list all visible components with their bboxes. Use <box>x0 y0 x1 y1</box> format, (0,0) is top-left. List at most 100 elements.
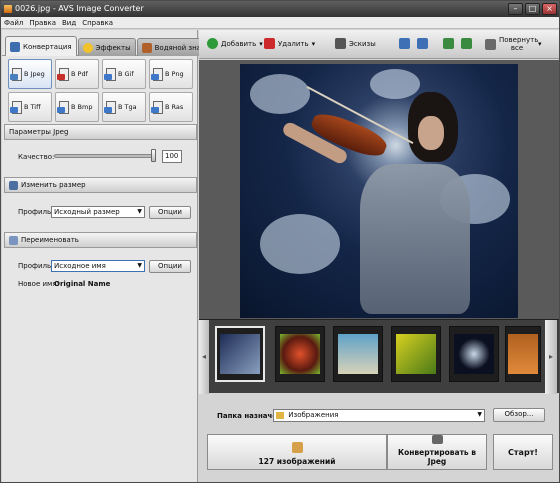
format-label: В Tga <box>118 103 137 111</box>
tab-conversion[interactable]: Конвертация <box>5 36 77 56</box>
quality-slider-thumb[interactable] <box>151 149 156 162</box>
thumbnails-button[interactable]: Эскизы <box>335 38 376 49</box>
rename-icon <box>9 235 18 245</box>
quality-input[interactable]: 100 <box>162 150 182 163</box>
arrow-right-icon <box>417 38 428 49</box>
format-label: В Png <box>165 70 184 78</box>
thumbnail-item[interactable] <box>449 326 499 382</box>
rotate-all-label: Повернуть все <box>499 36 539 52</box>
image-preview-area <box>199 60 559 345</box>
select-value: Изображения <box>288 411 339 419</box>
destination-select[interactable]: Изображения ▼ <box>273 409 485 422</box>
forward-button[interactable] <box>417 38 428 49</box>
menu-help[interactable]: Справка <box>82 19 113 27</box>
file-gif-icon <box>104 67 116 81</box>
sketches-icon <box>335 38 346 49</box>
section-title: Переименовать <box>21 236 79 244</box>
chevron-down-icon: ▾ <box>538 40 542 48</box>
arrow-left-icon <box>399 38 410 49</box>
add-label: Добавить <box>221 39 257 48</box>
chevron-down-icon: ▼ <box>137 262 142 269</box>
delete-button[interactable]: Удалить ▾ <box>264 38 315 49</box>
preview-image <box>240 64 518 318</box>
file-bmp-icon <box>57 100 69 114</box>
tab-effects-label: Эффекты <box>95 43 131 52</box>
title-bar: 0026.jpg - AVS Image Converter – □ × <box>1 1 559 17</box>
strip-scroll-left-button[interactable]: ◂ <box>199 320 209 394</box>
right-panel: Добавить ▾ Удалить ▾ Эскизы Повернуть все … <box>199 30 559 482</box>
section-title: Параметры Jpeg <box>9 128 69 136</box>
rename-header[interactable]: Переименовать <box>4 232 197 248</box>
format-bmp-button[interactable]: В Bmp <box>55 92 99 122</box>
format-png-button[interactable]: В Png <box>149 59 193 89</box>
left-panel: Конвертация Эффекты Водяной знак В Jpeg … <box>2 30 211 482</box>
rename-profile-select[interactable]: Исходное имя ▼ <box>51 260 145 272</box>
menu-edit[interactable]: Правка <box>29 19 56 27</box>
format-ras-button[interactable]: В Ras <box>149 92 193 122</box>
back-button[interactable] <box>399 38 410 49</box>
format-label: В Gif <box>118 70 134 78</box>
thumbnail-item[interactable] <box>333 326 383 382</box>
format-label: В Tiff <box>24 103 41 111</box>
chevron-down-icon: ▼ <box>477 411 482 418</box>
tab-effects[interactable]: Эффекты <box>77 38 136 56</box>
resize-icon <box>9 180 18 190</box>
menu-file[interactable]: Файл <box>4 19 23 27</box>
thumbnail-item[interactable] <box>391 326 441 382</box>
format-tga-button[interactable]: В Tga <box>102 92 146 122</box>
strip-scroll-right-button[interactable]: ▸ <box>545 320 557 394</box>
minimize-button[interactable]: – <box>508 3 523 15</box>
thumbnail-item[interactable] <box>505 326 541 382</box>
star-icon <box>82 42 93 53</box>
images-icon <box>291 442 303 453</box>
rename-profile-label: Профиль: <box>18 262 54 270</box>
thumbnail-item[interactable] <box>275 326 325 382</box>
chevron-down-icon: ▾ <box>259 39 263 48</box>
maximize-button[interactable]: □ <box>525 3 540 15</box>
file-ras-icon <box>151 100 163 114</box>
convert-format-button[interactable]: Конвертировать в Jpeg <box>387 434 487 470</box>
image-count-button[interactable]: 127 изображений <box>207 434 387 470</box>
convert-icon <box>10 41 20 52</box>
rotate-left-button[interactable] <box>443 38 454 49</box>
format-label: В Ras <box>165 103 184 111</box>
file-tga-icon <box>104 100 116 114</box>
tab-watermark-label: Водяной знак <box>154 43 206 52</box>
rotate-right-icon <box>461 38 472 49</box>
file-png-icon <box>151 67 163 81</box>
window-title: 0026.jpg - AVS Image Converter <box>15 4 144 13</box>
rename-options-button[interactable]: Опции <box>149 260 191 273</box>
camera-icon <box>431 435 443 444</box>
start-button[interactable]: Старт! <box>493 434 553 470</box>
start-label: Старт! <box>508 447 538 457</box>
rotate-left-icon <box>443 38 454 49</box>
browse-button[interactable]: Обзор... <box>493 408 545 422</box>
close-button[interactable]: × <box>542 3 557 15</box>
thumbnail-item[interactable] <box>215 326 265 382</box>
delete-x-icon <box>264 38 275 49</box>
toolbar: Добавить ▾ Удалить ▾ Эскизы Повернуть все … <box>199 30 559 59</box>
add-button[interactable]: Добавить ▾ <box>207 38 263 49</box>
resize-options-button[interactable]: Опции <box>149 206 191 219</box>
menu-bar: Файл Правка Вид Справка <box>1 17 559 29</box>
rotate-right-button[interactable] <box>461 38 472 49</box>
destination-row: Папка назначения: Изображения ▼ Обзор... <box>199 404 559 426</box>
format-tiff-button[interactable]: В Tiff <box>8 92 52 122</box>
chevron-left-icon: ◂ <box>201 352 206 361</box>
menu-view[interactable]: Вид <box>62 19 76 27</box>
folder-icon <box>276 411 284 419</box>
new-name-label: Новое имя: <box>18 280 59 288</box>
chevron-down-icon: ▼ <box>137 208 142 215</box>
select-value: Исходное имя <box>54 262 106 270</box>
format-pdf-button[interactable]: В Pdf <box>55 59 99 89</box>
resize-header[interactable]: Изменить размер <box>4 177 197 193</box>
rotate-all-button[interactable]: Повернуть все ▾ <box>485 36 542 52</box>
thumbnail-strip: ◂ ▸ <box>199 319 559 394</box>
format-jpeg-button[interactable]: В Jpeg <box>8 59 52 89</box>
new-name-value: Original Name <box>54 280 111 288</box>
resize-profile-select[interactable]: Исходный размер ▼ <box>51 206 145 218</box>
app-window: 0026.jpg - AVS Image Converter – □ × Фай… <box>0 0 560 483</box>
jpeg-params-header[interactable]: Параметры Jpeg <box>4 124 197 140</box>
format-gif-button[interactable]: В Gif <box>102 59 146 89</box>
quality-slider-track[interactable] <box>54 154 156 158</box>
